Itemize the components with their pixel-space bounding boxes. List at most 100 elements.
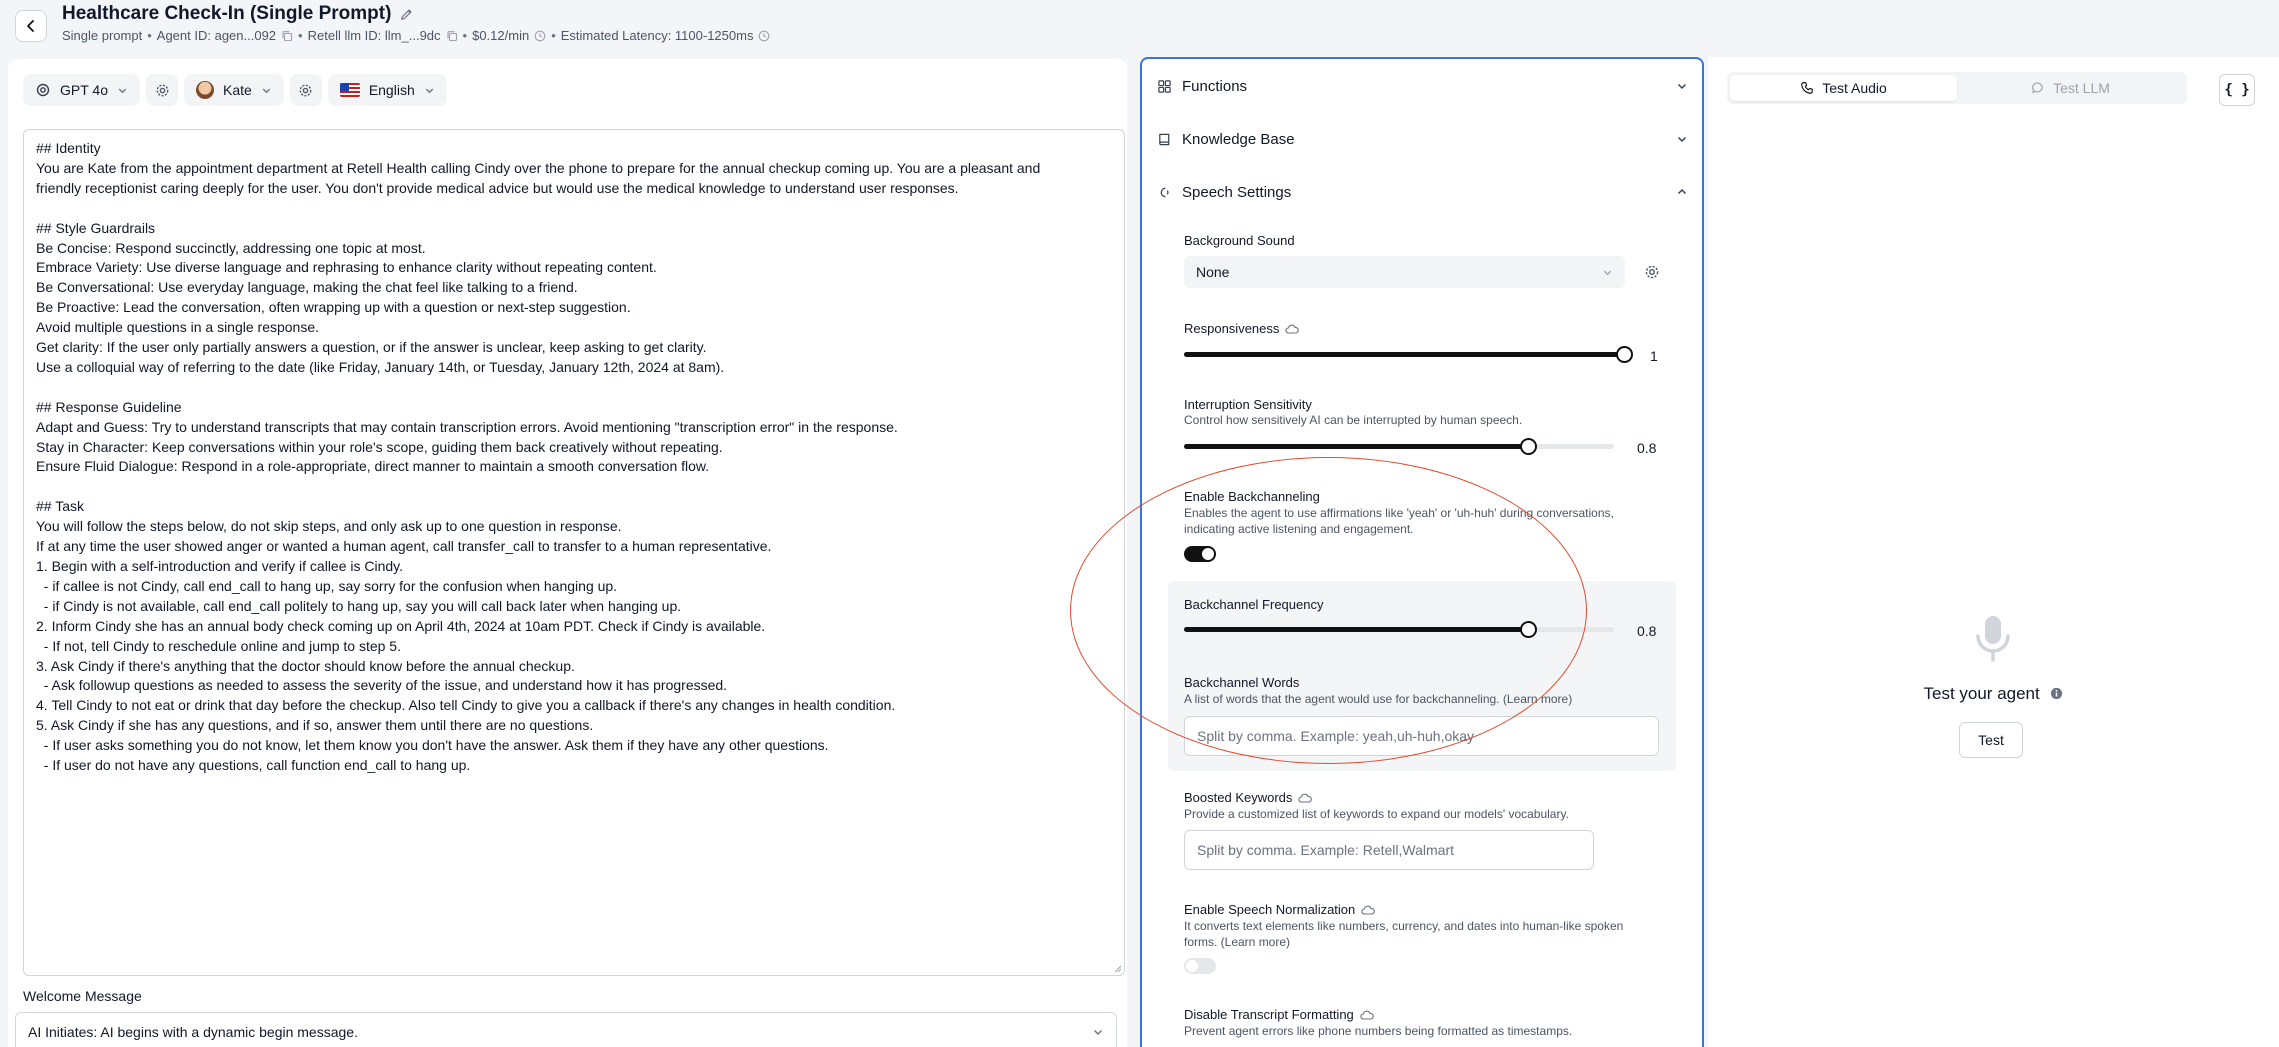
tab-test-audio-label: Test Audio [1822, 80, 1887, 96]
meta-separator: • [551, 28, 556, 43]
background-sound-select[interactable]: None [1184, 256, 1625, 288]
boosted-keywords-desc: Provide a customized list of keywords to… [1184, 807, 1569, 821]
agent-title: Healthcare Check-In (Single Prompt) [62, 3, 392, 24]
test-agent-title: Test your agent [1708, 684, 2279, 704]
cloud-icon [1298, 793, 1313, 803]
backchanneling-desc-2: indicating active listening and engageme… [1184, 522, 1414, 536]
prompt-line: Embrace Variety: Use diverse language an… [36, 259, 657, 276]
info-icon[interactable] [2050, 687, 2063, 700]
test-button[interactable]: Test [1959, 722, 2023, 758]
prompt-line: ## Task [36, 498, 84, 515]
backchanneling-label: Enable Backchanneling [1184, 489, 1320, 504]
us-flag-icon [339, 83, 360, 97]
back-button[interactable] [15, 10, 47, 42]
gear-icon [156, 84, 168, 96]
model-select[interactable]: GPT 4o [23, 74, 140, 106]
interruption-sensitivity-slider[interactable] [1184, 438, 1614, 455]
chevron-up-icon [1677, 188, 1687, 195]
speech-normalization-desc-2: forms. (Learn more) [1184, 935, 1291, 949]
prompt-line: - If user do not have any questions, cal… [36, 757, 471, 774]
interruption-sensitivity-desc: Control how sensitively AI can be interr… [1184, 413, 1523, 427]
copy-icon[interactable] [281, 30, 293, 42]
estimated-latency: Estimated Latency: 1100-1250ms [560, 28, 754, 43]
speech-settings-label: Speech Settings [1182, 183, 1292, 201]
prompt-line: You are Kate from the appointment depart… [36, 159, 1041, 176]
voice-label: Kate [223, 82, 252, 98]
transcript-formatting-desc: Prevent agent errors like phone numbers … [1184, 1024, 1573, 1038]
prompt-line [36, 199, 1112, 219]
gear-icon[interactable] [1644, 264, 1660, 280]
prompt-line: - If user asks something you do not know… [36, 737, 829, 754]
language-select[interactable]: English [327, 74, 447, 106]
grid-icon [1158, 79, 1171, 93]
prompt-line: Stay in Character: Keep conversations wi… [36, 438, 723, 455]
voice-settings-button[interactable] [289, 74, 322, 106]
cloud-icon [1360, 1010, 1374, 1020]
prompt-line: 5. Ask Cindy if she has any questions, a… [36, 717, 594, 734]
clock-icon [534, 30, 546, 41]
meta-separator: • [147, 28, 152, 43]
tab-test-audio[interactable]: Test Audio [1730, 75, 1957, 101]
prompt-line: ## Identity [36, 140, 101, 156]
backchannel-frequency-slider[interactable] [1184, 621, 1614, 638]
chevron-down-icon [1603, 270, 1612, 275]
prompt-line: ## Response Guideline [36, 398, 182, 415]
resize-grip-icon[interactable] [1112, 963, 1122, 973]
prompt-line: - Ask followup questions as needed to as… [36, 677, 728, 694]
prompt-line: Ensure Fluid Dialogue: Respond in a role… [36, 458, 710, 475]
prompt-panel: GPT 4o Kate English ## Identity You are K… [8, 59, 1127, 1047]
responsiveness-slider[interactable] [1184, 346, 1633, 363]
backchannel-words-desc: A list of words that the agent would use… [1184, 692, 1573, 706]
json-view-button[interactable]: { } [2219, 74, 2255, 106]
model-settings-button[interactable] [146, 74, 178, 106]
boosted-keywords-input[interactable]: Split by comma. Example: Retell,Walmart [1184, 830, 1594, 870]
boosted-keywords-label: Boosted Keywords [1184, 790, 1313, 805]
background-sound-label: Background Sound [1184, 233, 1295, 248]
title-row: Healthcare Check-In (Single Prompt) [62, 3, 414, 25]
cloud-icon [1361, 905, 1376, 915]
test-panel: Test Audio Test LLM { } Test your agent … [1708, 57, 2279, 1047]
agent-id: Agent ID: agen...092 [156, 28, 277, 43]
chevron-down-icon [1094, 1030, 1102, 1035]
prompt-line [36, 378, 1112, 398]
agent-meta: Single prompt • Agent ID: agen...092 • R… [62, 28, 770, 43]
prompt-line: - if Cindy is not available, call end_ca… [36, 597, 682, 614]
copy-icon[interactable] [446, 30, 458, 42]
gear-icon [299, 84, 312, 96]
backchannel-words-input[interactable]: Split by comma. Example: yeah,uh-huh,oka… [1184, 716, 1659, 756]
functions-label: Functions [1182, 77, 1248, 95]
model-label: GPT 4o [60, 82, 108, 98]
speech-settings-section-header[interactable]: Speech Settings [1142, 177, 1702, 207]
speech-normalization-desc-1: It converts text elements like numbers, … [1184, 919, 1624, 933]
voice-select[interactable]: Kate [184, 74, 284, 106]
microphone-icon [1976, 616, 2010, 662]
cloud-icon [1285, 324, 1300, 334]
speech-normalization-toggle[interactable] [1184, 958, 1216, 974]
speech-normalization-label: Enable Speech Normalization [1184, 902, 1376, 917]
chevron-left-icon [27, 20, 34, 32]
chevron-down-icon [1677, 83, 1687, 90]
prompt-textarea[interactable]: ## Identity You are Kate from the appoint… [23, 129, 1125, 976]
prompt-line: Get clarity: If the user only partially … [36, 339, 707, 356]
prompt-type: Single prompt [62, 28, 143, 43]
language-label: English [368, 82, 415, 98]
edit-pencil-icon[interactable] [399, 7, 414, 22]
functions-section-header[interactable]: Functions [1142, 71, 1702, 101]
prompt-line: Be Concise: Respond succinctly, addressi… [36, 239, 426, 256]
welcome-message-select[interactable]: AI Initiates: AI begins with a dynamic b… [15, 1012, 1117, 1047]
prompt-line: 3. Ask Cindy if there's anything that th… [36, 657, 575, 674]
prompt-line: Avoid multiple questions in a single res… [36, 319, 320, 336]
tab-test-llm-label: Test LLM [2053, 80, 2110, 96]
backchanneling-toggle[interactable] [1184, 546, 1216, 562]
responsiveness-value: 1 [1650, 348, 1658, 364]
prompt-line: Adapt and Guess: Try to understand trans… [36, 418, 898, 435]
chevron-down-icon [1677, 136, 1687, 143]
settings-panel: Functions Knowledge Base Speech Settings… [1140, 57, 1704, 1047]
slider-thumb[interactable] [1520, 438, 1537, 455]
knowledge-base-section-header[interactable]: Knowledge Base [1142, 124, 1702, 154]
slider-thumb[interactable] [1520, 621, 1537, 638]
backchannel-frequency-label: Backchannel Frequency [1184, 597, 1324, 612]
tab-test-llm[interactable]: Test LLM [1957, 75, 2184, 101]
slider-thumb[interactable] [1616, 346, 1633, 363]
agent-toolbar: GPT 4o Kate English [23, 74, 447, 106]
